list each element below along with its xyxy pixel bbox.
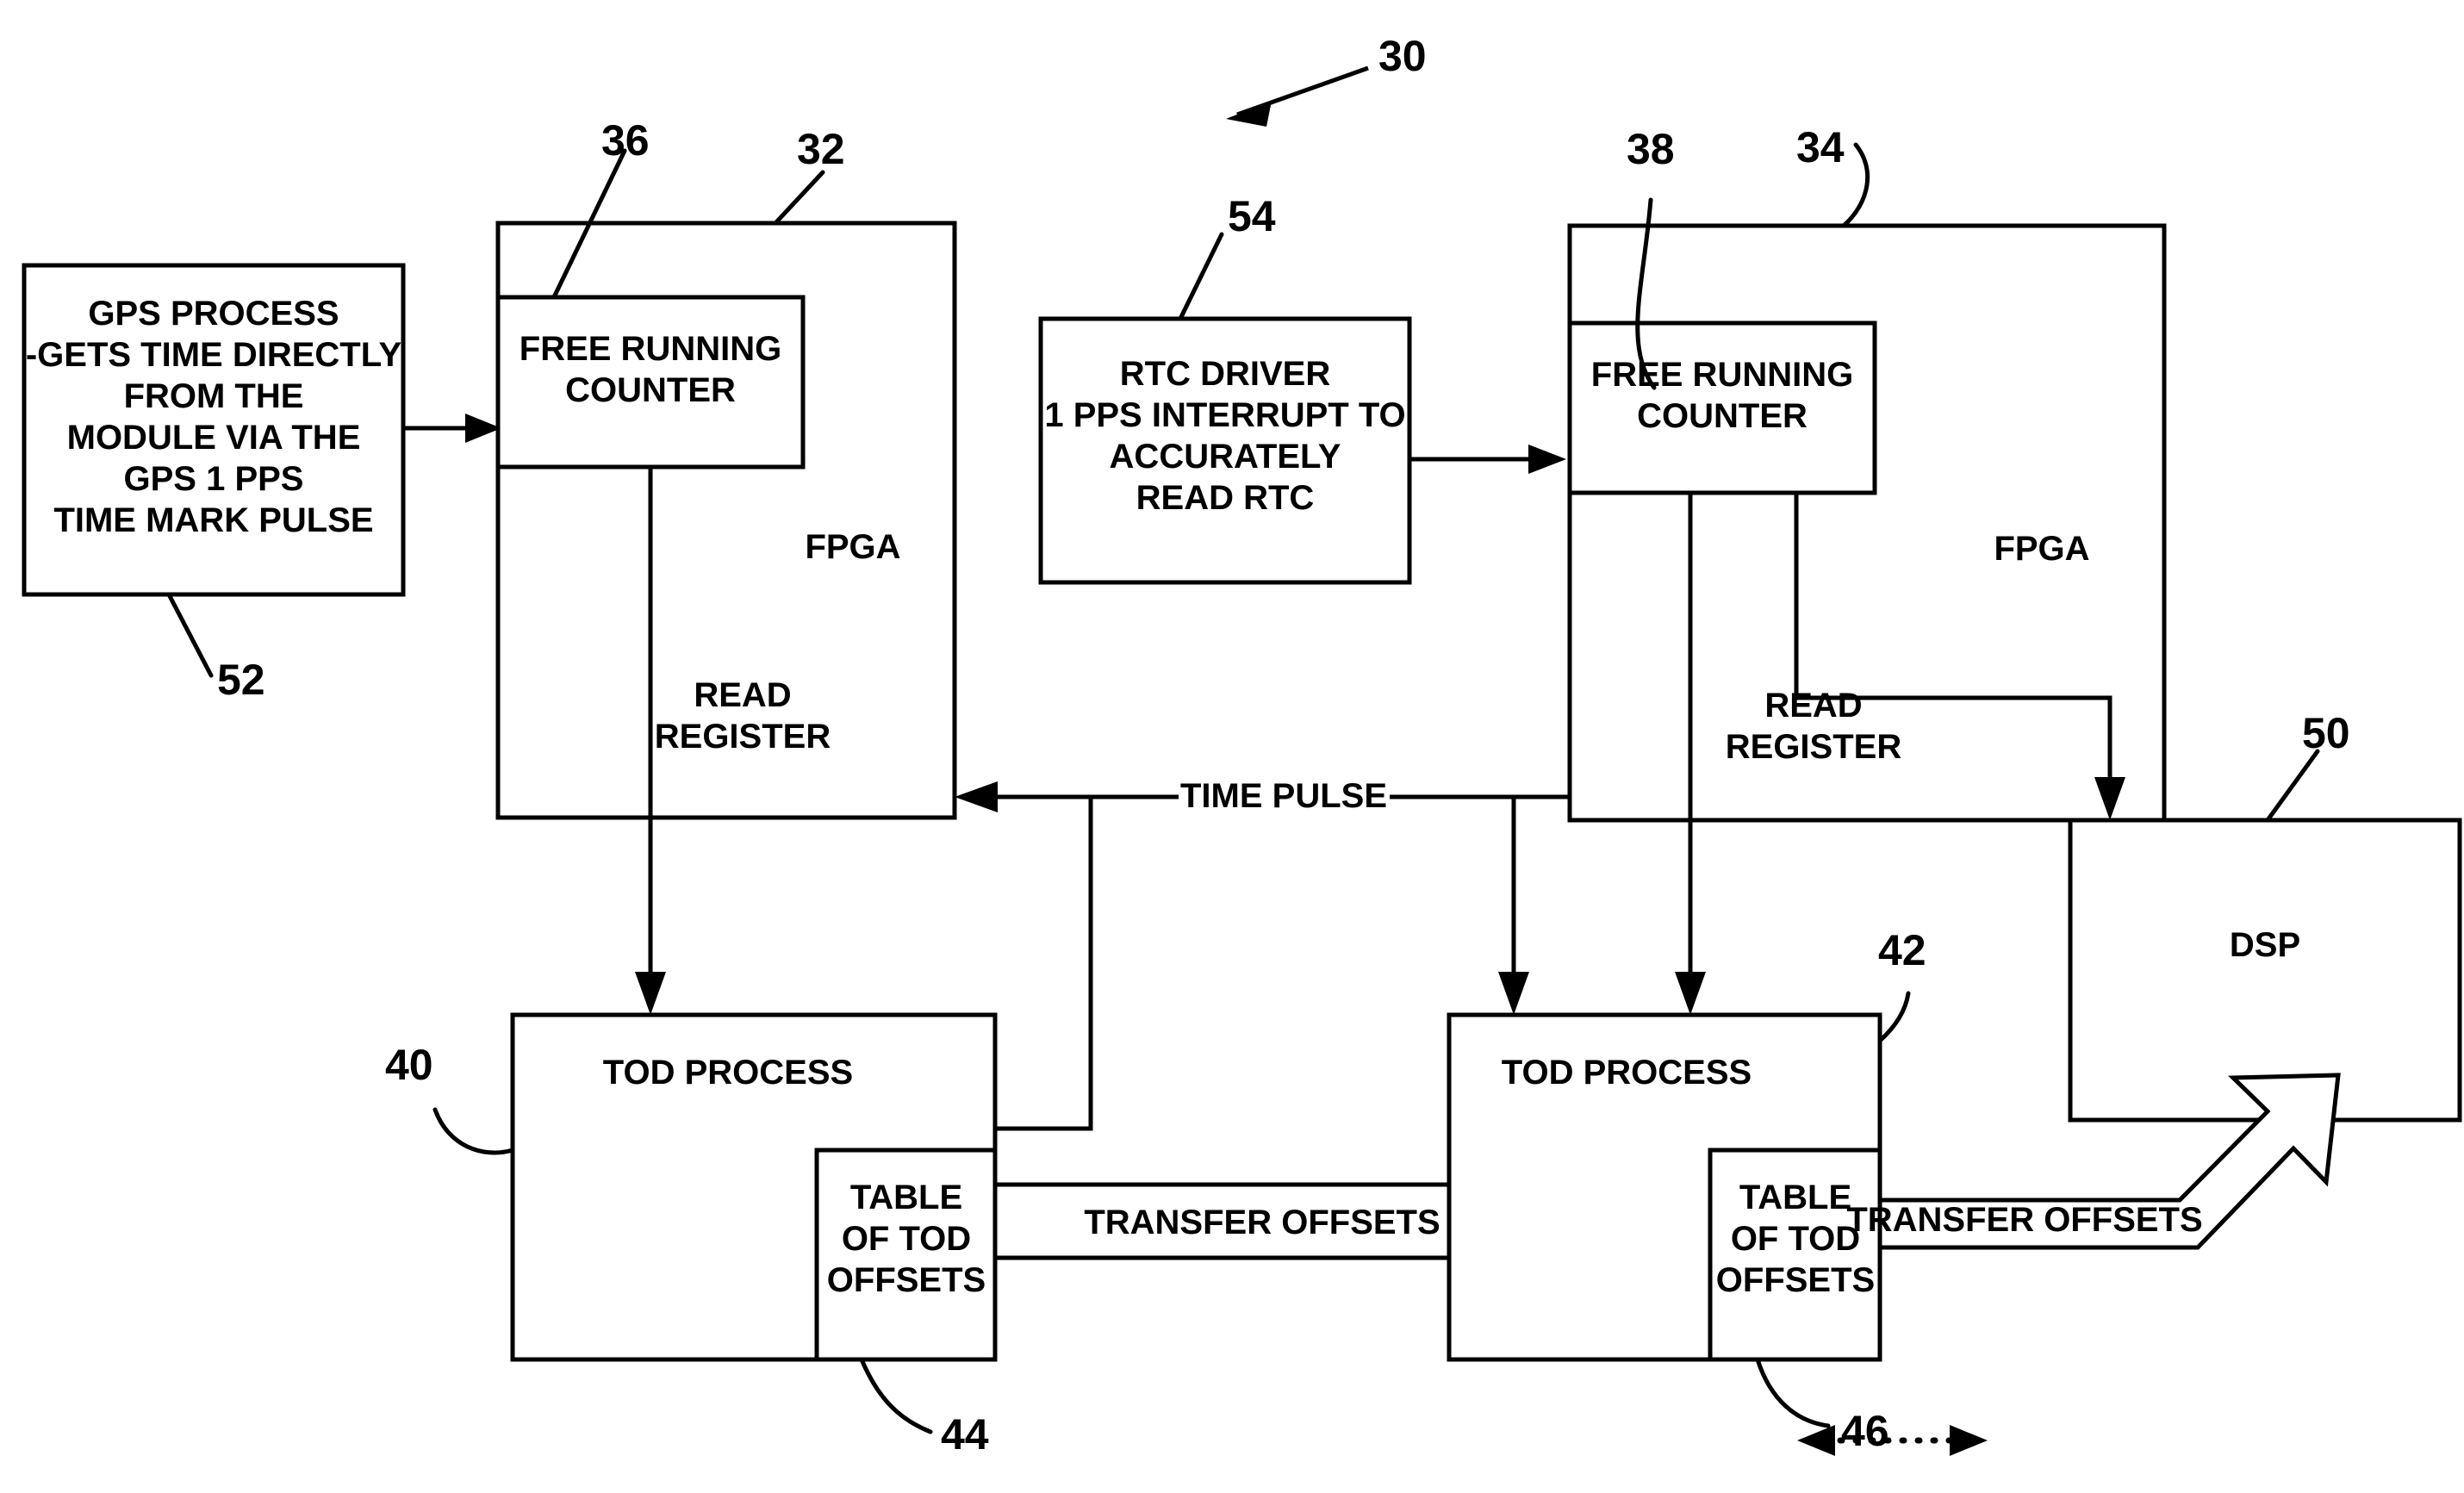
free-running-counter-left-line-2: COUNTER	[565, 371, 736, 409]
ref-number-30: 30	[1378, 32, 1427, 80]
rtc-driver-line-3: ACCURATELY	[1110, 438, 1341, 476]
ref-number-46: 46	[1841, 1407, 1889, 1455]
read-register-right-line-1: READ	[1764, 687, 1862, 725]
table-left-line-2: OF TOD	[842, 1220, 971, 1258]
ref-number-38: 38	[1627, 125, 1675, 173]
rtc-driver-line-4: READ RTC	[1136, 479, 1315, 517]
ref-number-54: 54	[1228, 192, 1276, 240]
fpga-right-label: FPGA	[1994, 530, 2089, 568]
ref-number-50: 50	[2302, 709, 2350, 757]
gps-process-line-1: GPS PROCESS	[88, 295, 339, 333]
tod-process-left-label: TOD PROCESS	[603, 1054, 853, 1092]
ref-number-52: 52	[217, 656, 265, 704]
ref-number-32: 32	[797, 125, 845, 173]
ref-number-36: 36	[601, 116, 650, 165]
gps-process-line-3: FROM THE	[124, 377, 304, 415]
ref-number-44: 44	[941, 1410, 989, 1459]
read-register-right-line-2: REGISTER	[1726, 728, 1902, 766]
block-diagram-canvas: 30 GPS PROCESS -GETS TIME DIRECTLY FROM …	[0, 0, 2464, 1493]
gps-process-line-5: GPS 1 PPS	[124, 460, 304, 498]
table-right-line-1: TABLE	[1739, 1179, 1851, 1216]
ref-number-34: 34	[1796, 123, 1845, 171]
gps-process-line-2: -GETS TIME DIRECTLY	[26, 336, 402, 374]
table-right-line-2: OF TOD	[1731, 1220, 1860, 1258]
table-right-line-3: OFFSETS	[1716, 1261, 1875, 1299]
free-running-counter-right-line-1: FREE RUNNING	[1591, 356, 1853, 394]
read-register-left-line-2: REGISTER	[655, 718, 831, 756]
fpga-left-label: FPGA	[805, 528, 900, 566]
ref-number-42: 42	[1878, 926, 1926, 974]
dsp-label: DSP	[2230, 926, 2300, 964]
rtc-driver-line-2: 1 PPS INTERRUPT TO	[1044, 396, 1405, 434]
table-left-line-1: TABLE	[850, 1179, 962, 1216]
rtc-driver-line-1: RTC DRIVER	[1120, 355, 1331, 393]
gps-process-line-4: MODULE VIA THE	[67, 419, 361, 457]
ref-number-40: 40	[385, 1041, 433, 1089]
table-left-line-3: OFFSETS	[827, 1261, 986, 1299]
patent-figure: 30 GPS PROCESS -GETS TIME DIRECTLY FROM …	[0, 0, 2464, 1493]
fpga-left-block: FPGA 32 FREE RUNNING COUNTER 36 READ REG…	[495, 116, 957, 820]
transfer-offsets-label-1: TRANSFER OFFSETS	[1084, 1204, 1440, 1241]
gps-process-line-6: TIME MARK PULSE	[53, 501, 373, 539]
transfer-offsets-label-2: TRANSFER OFFSETS	[1846, 1201, 2202, 1239]
fpga-right-block: FPGA 34 FREE RUNNING COUNTER 38 READ REG…	[1567, 123, 2167, 823]
free-running-counter-left-line-1: FREE RUNNING	[520, 330, 781, 368]
free-running-counter-right-line-2: COUNTER	[1637, 397, 1808, 435]
time-pulse-label: TIME PULSE	[1180, 777, 1387, 815]
read-register-left-line-1: READ	[694, 676, 791, 714]
tod-process-right-label: TOD PROCESS	[1502, 1054, 1752, 1092]
